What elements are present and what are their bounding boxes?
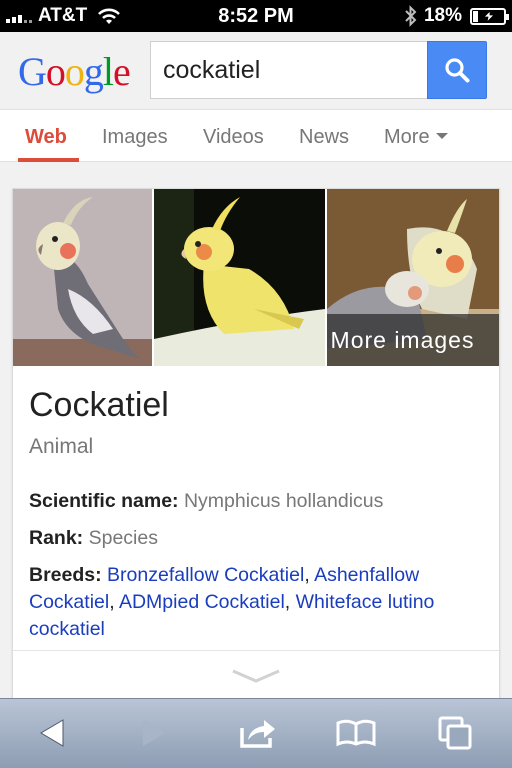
tabs-button[interactable] xyxy=(434,713,478,753)
card-divider xyxy=(13,650,499,651)
bookmarks-icon xyxy=(336,719,376,747)
search-box[interactable] xyxy=(150,41,428,99)
more-images-label[interactable]: More images xyxy=(327,314,499,366)
entity-type: Animal xyxy=(29,435,94,458)
search-header: Google xyxy=(0,32,512,110)
search-button[interactable] xyxy=(427,41,487,99)
entity-title: Cockatiel xyxy=(29,386,169,424)
tab-more[interactable]: More xyxy=(384,126,448,149)
tab-more-label: More xyxy=(384,126,430,148)
logo-letter: o xyxy=(64,49,85,94)
fact-value: Species xyxy=(88,527,158,549)
battery-percent: 18% xyxy=(423,5,462,26)
tab-web[interactable]: Web xyxy=(25,126,67,149)
status-bar: AT&T 8:52 PM 18% xyxy=(0,0,512,32)
status-right: 18% xyxy=(404,0,509,32)
knowledge-card: More images Cockatiel Animal Scientific … xyxy=(12,188,500,708)
chevron-down-icon[interactable] xyxy=(230,667,282,685)
logo-letter: G xyxy=(18,49,47,94)
browser-toolbar xyxy=(0,698,512,768)
tab-videos[interactable]: Videos xyxy=(203,126,264,149)
tab-news[interactable]: News xyxy=(299,126,349,149)
share-icon xyxy=(240,720,275,748)
cockatiel-image-2[interactable] xyxy=(154,189,325,366)
search-input[interactable] xyxy=(151,42,428,98)
fact-label: Breeds: xyxy=(29,564,102,586)
cockatiel-image-3[interactable]: More images xyxy=(327,189,499,366)
fact-scientific-name: Scientific name: Nymphicus hollandicus xyxy=(29,488,485,515)
image-strip[interactable]: More images xyxy=(13,189,499,366)
google-logo[interactable]: Google xyxy=(18,48,131,95)
fact-label: Rank: xyxy=(29,527,84,549)
bluetooth-icon xyxy=(405,5,417,27)
logo-letter: e xyxy=(113,49,131,94)
logo-letter: o xyxy=(45,49,66,94)
fact-value: Nymphicus hollandicus xyxy=(183,490,384,512)
logo-letter: l xyxy=(102,49,114,94)
back-button[interactable] xyxy=(30,713,74,753)
breed-link[interactable]: Bronzefallow Cockatiel xyxy=(107,564,304,586)
share-button[interactable] xyxy=(236,713,280,753)
cockatiel-image-1[interactable] xyxy=(13,189,152,366)
fact-label: Scientific name: xyxy=(29,490,179,512)
fact-breeds: Breeds: Bronzefallow Cockatiel, Ashenfal… xyxy=(29,564,435,640)
tabs-icon xyxy=(438,716,472,750)
tab-images[interactable]: Images xyxy=(102,126,168,149)
search-tabs: Web Images Videos News More xyxy=(0,110,512,162)
forward-icon xyxy=(143,720,165,746)
breed-link[interactable]: ADMpied Cockatiel xyxy=(119,591,285,613)
caret-down-icon xyxy=(435,133,448,140)
search-icon xyxy=(445,58,470,83)
fact-rank: Rank: Species xyxy=(29,525,485,552)
forward-button[interactable] xyxy=(132,713,176,753)
battery-icon xyxy=(470,7,509,25)
bookmarks-button[interactable] xyxy=(334,713,378,753)
back-icon xyxy=(40,719,64,747)
logo-letter: g xyxy=(83,49,104,94)
